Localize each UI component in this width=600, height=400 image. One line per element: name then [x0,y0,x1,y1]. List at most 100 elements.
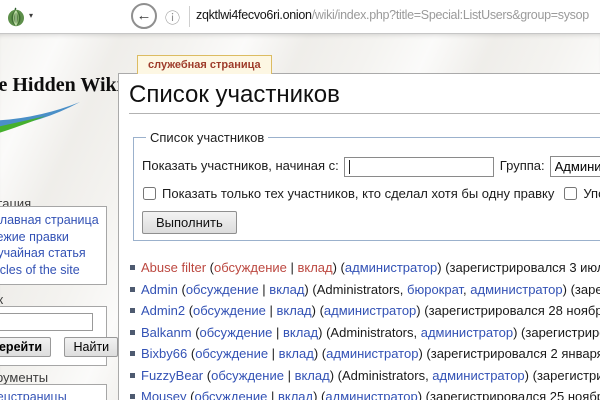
row-text: ) ( [563,282,575,297]
onion-menu-caret-icon: ▾ [29,11,33,20]
user-talk-link[interactable]: обсуждение [195,346,268,361]
urlbar-separator [189,6,190,27]
user-list: Abuse filter (обсуждение | вклад) (админ… [119,257,600,400]
user-registered-text: зарегистрировался [537,368,600,383]
row-text: ) ( [418,389,430,400]
row-text: ( [192,325,200,340]
row-text: ) ( [418,346,430,361]
row-text: | [266,303,277,318]
user-talk-link[interactable]: обсуждение [194,389,267,400]
user-contribs-link[interactable]: вклад [295,368,330,383]
row-text: ) ( [437,260,449,275]
row-text: ) ( [513,325,525,340]
user-group-link[interactable]: администратор [324,303,416,318]
user-row: Bixby66 (обсуждение | вклад) (администра… [141,343,600,365]
creation-date-checkbox[interactable] [564,187,577,200]
user-group-link[interactable]: администратор [326,346,418,361]
browser-toolbar: ▾ ← ⓘ zqktlwi4fecvo6ri.onion/wiki/index.… [0,0,600,34]
row-text: | [268,346,279,361]
search-find-button[interactable]: Найти [64,337,118,357]
user-name-link[interactable]: Mousey [141,389,187,400]
site-info-icon[interactable]: ⓘ [165,7,180,28]
user-name-link[interactable]: Admin2 [141,303,185,318]
sidebar-nav-link[interactable]: Случайная статья [0,245,106,262]
user-registered-text: зарегистрировался 2 января [431,346,600,361]
user-talk-link[interactable]: обсуждение [186,282,259,297]
user-talk-link[interactable]: обсуждение [214,260,287,275]
text-caret [349,160,350,174]
tor-onion-menu-button[interactable]: ▾ [6,6,40,27]
start-user-input[interactable] [344,157,494,177]
url-path: /wiki/index.php?title=Special:ListUsers&… [312,8,589,22]
url-bar[interactable]: zqktlwi4fecvo6ri.onion/wiki/index.php?ti… [196,8,596,22]
row-text: ) ( [304,282,316,297]
user-row: Abuse filter (обсуждение | вклад) (админ… [141,257,600,279]
row-text: ) ( [416,303,428,318]
row-text: ( [206,260,214,275]
search-go-button[interactable]: Перейти [0,337,51,357]
sidebar-nav-link[interactable]: Свежие правки [0,229,106,246]
listusers-form-legend: Список участников [146,130,268,145]
row-text: , [414,325,421,340]
row-text: ) ( [333,260,345,275]
user-contribs-link[interactable]: вклад [283,325,318,340]
user-group-text: Administrators [342,368,425,383]
row-text: ) ( [313,389,325,400]
user-group-link[interactable]: администратор [421,325,513,340]
user-group-text: Administrators [330,325,413,340]
row-text: | [272,325,283,340]
row-text: | [284,368,295,383]
row-text: ) ( [314,346,326,361]
row-text: ( [203,368,211,383]
user-group-link[interactable]: администратор [470,282,562,297]
user-group-text: Administrators [317,282,400,297]
user-contribs-link[interactable]: вклад [269,282,304,297]
user-name-link[interactable]: Admin [141,282,178,297]
only-editors-checkbox[interactable] [143,187,156,200]
creation-date-label: Упорядочить по дате создания учётной зап… [583,186,600,201]
only-editors-label: Показать только тех участников, кто сдел… [162,186,554,201]
submit-button[interactable]: Выполнить [142,211,237,234]
tor-browser-window: ▾ ← ⓘ zqktlwi4fecvo6ri.onion/wiki/index.… [0,0,600,400]
user-registered-text: зарегистрировался 28 ноября [429,303,600,318]
user-contribs-link[interactable]: вклад [279,346,314,361]
row-text: ( [187,346,195,361]
user-talk-link[interactable]: обсуждение [211,368,284,383]
user-talk-link[interactable]: обсуждение [200,325,273,340]
user-group-link[interactable]: администратор [325,389,417,400]
user-row: Balkanm (обсуждение | вклад) (Administra… [141,322,600,344]
user-name-link[interactable]: Abuse filter [141,260,206,275]
user-group-link[interactable]: администратор [345,260,437,275]
group-select[interactable]: Администраторы [550,156,600,177]
user-name-link[interactable]: Bixby66 [141,346,187,361]
user-registered-text: зарегистрировался 25 ноября [430,389,600,400]
row-text: ) ( [525,368,537,383]
sidebar-search-input[interactable] [0,313,93,331]
user-group-link[interactable]: администратор [432,368,524,383]
sidebar-tools-link[interactable]: Спецстраницы [0,389,106,400]
sidebar-nav-link[interactable]: Заглавная страница [0,212,106,229]
user-name-link[interactable]: Balkanm [141,325,192,340]
user-contribs-link[interactable]: вклад [297,260,332,275]
sidebar-nav-link[interactable]: Articles of the site [0,262,106,279]
user-registered-text: зарегистрировался [525,325,600,340]
user-row: Admin (обсуждение | вклад) (Administrato… [141,279,600,301]
row-text: | [267,389,278,400]
sidebar-tools-links-box: Спецстраницы [0,384,107,400]
back-button[interactable]: ← [131,3,157,29]
user-name-link[interactable]: FuzzyBear [141,368,203,383]
user-contribs-link[interactable]: вклад [277,303,312,318]
tab-special-page[interactable]: служебная страница [137,55,272,74]
row-text: ) ( [318,325,330,340]
sidebar-search-box: Перейти Найти [0,306,107,366]
row-text: | [287,260,298,275]
user-row: FuzzyBear (обсуждение | вклад ) ( Administ… [141,365,600,387]
row-text: , [400,282,407,297]
user-contribs-link[interactable]: вклад [278,389,313,400]
user-group-link[interactable]: бюрократ [407,282,463,297]
wiki-page-background: The Hidden Wiki Навигация Заглавная стра… [0,34,600,400]
row-text: ( [178,282,186,297]
group-label: Группа: [500,158,545,173]
user-talk-link[interactable]: обсуждение [193,303,266,318]
user-row: Admin2 (обсуждение | вклад) (администрат… [141,300,600,322]
